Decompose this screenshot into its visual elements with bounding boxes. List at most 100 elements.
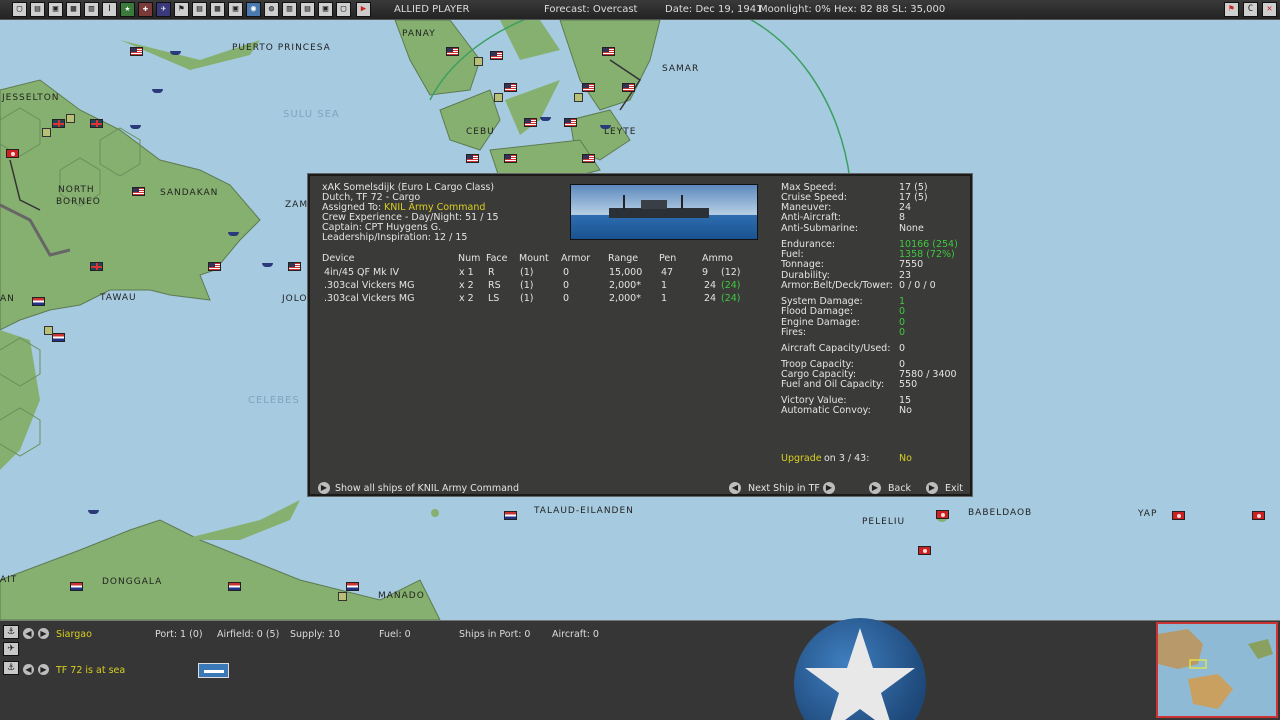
table-icon[interactable]: ▥ <box>282 2 297 17</box>
minimap[interactable] <box>1156 622 1278 718</box>
chart-icon[interactable]: ▣ <box>228 2 243 17</box>
airfield-icon[interactable] <box>494 93 503 102</box>
weapon-device[interactable]: .303cal Vickers MG <box>324 294 414 304</box>
info-icon[interactable]: Ⅰ <box>102 2 117 17</box>
close-icon[interactable]: ✕ <box>1262 2 1277 17</box>
report-icon[interactable]: ▤ <box>30 2 45 17</box>
japan-base-flag[interactable] <box>918 546 931 555</box>
tf-ship-icon[interactable] <box>198 663 229 678</box>
target-icon[interactable]: ◍ <box>264 2 279 17</box>
weapon-ammo: 9 <box>702 267 709 278</box>
upgrade-link[interactable]: Upgrade <box>781 454 822 464</box>
us-base-flag[interactable] <box>524 118 537 127</box>
weapon-pen: 47 <box>661 267 674 278</box>
fuel-amount: Fuel: 0 <box>379 629 411 640</box>
airfield-icon[interactable] <box>44 326 53 335</box>
anchor-icon[interactable]: ⚓ <box>3 625 19 639</box>
dutch-base-flag[interactable] <box>228 582 241 591</box>
star-icon[interactable]: ★ <box>120 2 135 17</box>
weapon-device[interactable]: 4in/45 QF Mk IV <box>324 268 399 278</box>
weapon-range: 2,000* <box>609 280 641 291</box>
base-name-link[interactable]: Siargao <box>56 629 92 640</box>
prev-tf-icon[interactable]: ◀ <box>23 664 34 675</box>
japan-base-flag[interactable] <box>936 510 949 519</box>
play-turn-icon[interactable]: ▶ <box>356 2 371 17</box>
dutch-base-flag[interactable] <box>504 511 517 520</box>
flag-icon[interactable]: ⚑ <box>174 2 189 17</box>
col-mount: Mount <box>519 253 549 264</box>
us-base-flag[interactable] <box>602 47 615 56</box>
prev-base-icon[interactable]: ◀ <box>23 628 34 639</box>
us-base-flag[interactable] <box>208 262 221 271</box>
japan-base-flag[interactable] <box>6 149 19 158</box>
us-base-flag[interactable] <box>132 187 145 196</box>
c-button-icon[interactable]: C <box>1243 2 1258 17</box>
notes-icon[interactable]: ▤ <box>300 2 315 17</box>
grid-icon[interactable]: ▦ <box>210 2 225 17</box>
label-donggala: DONGGALA <box>102 577 163 587</box>
stat-label: Tonnage: <box>781 259 824 270</box>
exit-button[interactable]: Exit <box>945 484 963 494</box>
window-icon[interactable]: ▢ <box>336 2 351 17</box>
airfield-icon[interactable] <box>42 128 51 137</box>
us-base-flag[interactable] <box>130 47 143 56</box>
us-base-flag[interactable] <box>504 83 517 92</box>
label-zam: ZAM <box>285 200 309 210</box>
weapon-ammo: 24 <box>704 293 717 304</box>
dutch-base-flag[interactable] <box>70 582 83 591</box>
uk-base-flag[interactable] <box>52 119 65 128</box>
us-base-flag[interactable] <box>564 118 577 127</box>
next-base-icon[interactable]: ▶ <box>38 628 49 639</box>
weapon-device[interactable]: .303cal Vickers MG <box>324 281 414 291</box>
tf-report-icon[interactable]: ▦ <box>66 2 81 17</box>
us-base-flag[interactable] <box>288 262 301 271</box>
bottom-info-panel: ⚓ ✈ ⚓ ◀ ▶ Siargao Port: 1 (0) Airfield: … <box>0 620 1280 720</box>
label-yap: YAP <box>1138 509 1158 519</box>
aircraft-icon[interactable]: ✈ <box>156 2 171 17</box>
japan-base-flag[interactable] <box>1252 511 1265 520</box>
dutch-base-flag[interactable] <box>52 333 65 342</box>
dutch-base-flag[interactable] <box>346 582 359 591</box>
us-base-flag[interactable] <box>466 154 479 163</box>
tf-status-link[interactable]: TF 72 is at sea <box>56 665 125 676</box>
airfield-icon[interactable] <box>574 93 583 102</box>
us-base-flag[interactable] <box>582 154 595 163</box>
us-base-flag[interactable] <box>446 47 459 56</box>
bases-report-icon[interactable]: ▥ <box>84 2 99 17</box>
tf-icon[interactable]: ⚓ <box>3 661 19 675</box>
back-arrow-icon[interactable]: ▶ <box>869 482 881 494</box>
dutch-base-flag[interactable] <box>32 297 45 306</box>
menu-icon[interactable]: ▢ <box>12 2 27 17</box>
globe-icon[interactable]: ◉ <box>246 2 261 17</box>
japan-base-flag[interactable] <box>1172 511 1185 520</box>
uk-base-flag[interactable] <box>90 262 103 271</box>
show-all-arrow-icon[interactable]: ▶ <box>318 482 330 494</box>
next-ship-icon[interactable]: ▶ <box>823 482 835 494</box>
ships-report-icon[interactable]: ▣ <box>48 2 63 17</box>
medical-icon[interactable]: ✚ <box>138 2 153 17</box>
us-base-flag[interactable] <box>582 83 595 92</box>
stat-value: 8 <box>899 212 906 223</box>
airfield-icon[interactable] <box>474 57 483 66</box>
us-base-flag[interactable] <box>490 51 503 60</box>
ship-mast-graphic <box>681 195 683 209</box>
settings-icon[interactable]: ▣ <box>318 2 333 17</box>
aircraft-icon[interactable]: ✈ <box>3 642 19 656</box>
label-celebes: CELEBES <box>248 395 300 406</box>
back-button[interactable]: Back <box>888 484 911 494</box>
us-base-flag[interactable] <box>504 154 517 163</box>
airfield-icon[interactable] <box>66 114 75 123</box>
next-tf-icon[interactable]: ▶ <box>38 664 49 675</box>
label-tawau: TAWAU <box>100 293 137 303</box>
us-base-flag[interactable] <box>622 83 635 92</box>
uk-base-flag[interactable] <box>90 119 103 128</box>
next-ship-button[interactable]: Next Ship in TF <box>748 484 820 494</box>
exit-arrow-icon[interactable]: ▶ <box>926 482 938 494</box>
show-all-ships-button[interactable]: Show all ships of KNIL Army Command <box>335 484 519 494</box>
airfield-icon[interactable] <box>338 592 347 601</box>
list-icon[interactable]: ▤ <box>192 2 207 17</box>
weapon-ammo: 24 <box>704 280 717 291</box>
prev-ship-icon[interactable]: ◀ <box>729 482 741 494</box>
weapon-range: 2,000* <box>609 293 641 304</box>
flag-toggle-icon[interactable]: ⚑ <box>1224 2 1239 17</box>
